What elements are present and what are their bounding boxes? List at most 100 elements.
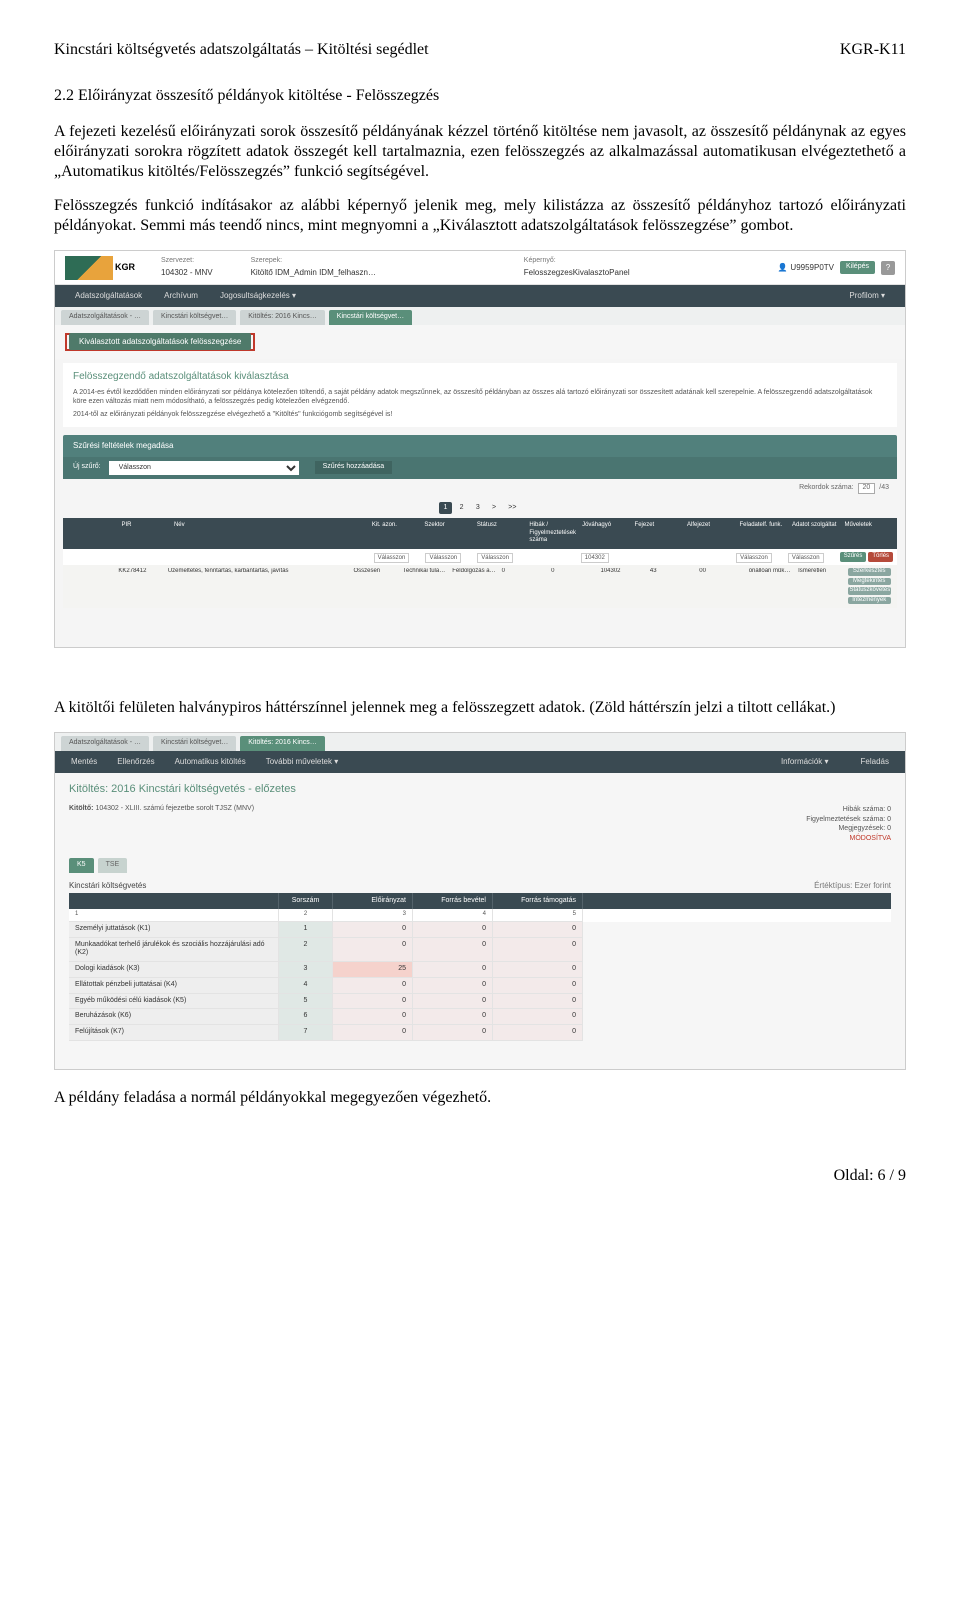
kgr-logo — [65, 256, 113, 280]
menu-mentes[interactable]: Mentés — [71, 757, 97, 767]
filter-row: Új szűrő: Válasszon Szűrés hozzáadása — [63, 457, 897, 479]
s2-tab-2-active[interactable]: Kitöltés: 2016 Kincs… — [240, 736, 324, 751]
menu-auto-kitoltes[interactable]: Automatikus kitöltés — [175, 757, 246, 767]
row-action-status[interactable]: Státuszkövetés — [848, 587, 891, 595]
page-title: Kitöltés: 2016 Kincstári költségvetés - … — [55, 773, 905, 801]
document-header: Kincstári költségvetés adatszolgáltatás … — [54, 40, 906, 60]
col-filter-fejezet[interactable]: 104302 — [581, 553, 609, 563]
filter-select[interactable]: Válasszon — [109, 461, 299, 475]
filter-add-button[interactable]: Szűrés hozzáadása — [315, 461, 392, 474]
grid-cell[interactable]: 0 — [493, 938, 583, 963]
editor-menubar: Mentés Ellenőrzés Automatikus kitöltés T… — [55, 751, 905, 773]
grid-cell[interactable]: 0 — [493, 922, 583, 938]
th-kitazon[interactable]: Kit. azon. — [370, 522, 420, 545]
grid-cell[interactable]: 0 — [413, 978, 493, 994]
grid-cell[interactable]: 0 — [413, 938, 493, 963]
grid-cell[interactable]: 0 — [413, 962, 493, 978]
grid-row: Munkaadókat terhelő járulékok és szociál… — [69, 938, 891, 963]
th-blank1 — [317, 522, 367, 545]
page-1[interactable]: 1 — [439, 502, 453, 515]
szervezet-label: Szervezet: — [161, 257, 213, 266]
help-button[interactable]: ? — [881, 261, 895, 275]
grid-cell[interactable]: 0 — [493, 978, 583, 994]
col-filter-funk[interactable]: Válasszon — [736, 553, 772, 563]
grid-head: Sorszám Előirányzat Forrás bevétel Forrá… — [69, 893, 891, 910]
page-last[interactable]: >> — [503, 502, 521, 515]
th-szektor[interactable]: Szektor — [422, 522, 472, 545]
th-pir[interactable]: PIR — [119, 522, 169, 545]
grid-cell[interactable]: 0 — [493, 962, 583, 978]
th-jovahagyo[interactable]: Jóváhagyó — [580, 522, 630, 545]
numcell-5: 5 — [493, 909, 583, 922]
grid-row: Dologi kiadások (K3)32500 — [69, 962, 891, 978]
menu-jogosultsag[interactable]: Jogosultságkezelés ▾ — [220, 291, 296, 301]
col-filter-szektor[interactable]: Válasszon — [425, 553, 461, 563]
menu-profilom[interactable]: Profilom ▾ — [849, 291, 885, 301]
section-title: 2.2 Előirányzat összesítő példányok kitö… — [54, 86, 906, 106]
grid-rowlabel: Beruházások (K6) — [69, 1009, 279, 1025]
row-action-inst[interactable]: Intézmények — [848, 597, 891, 605]
paragraph-4: A példány feladása a normál példányokkal… — [54, 1088, 906, 1108]
exit-button[interactable]: Kilépés — [840, 261, 875, 274]
grid-sorszam: 5 — [279, 994, 333, 1010]
grid-cell[interactable]: 0 — [333, 922, 413, 938]
col-filter-adsz[interactable]: Válasszon — [788, 553, 824, 563]
grid-cell[interactable]: 0 — [333, 1009, 413, 1025]
user-badge[interactable]: U9959P0TV — [777, 263, 834, 273]
grid-cell[interactable]: 0 — [413, 922, 493, 938]
tab-3-active[interactable]: Kincstári költségvet… — [329, 310, 412, 325]
grid-cell[interactable]: 0 — [333, 994, 413, 1010]
grid-cell[interactable]: 0 — [333, 938, 413, 963]
th-adatot[interactable]: Adatot szolgáltat — [790, 522, 840, 545]
status-figyelm: Figyelmeztetések száma: 0 — [806, 815, 891, 825]
cell-adsz2: Ismeretlen — [796, 568, 843, 605]
th-status[interactable]: Státusz — [475, 522, 525, 545]
s2-tab-1[interactable]: Kincstári költségvet… — [153, 736, 236, 751]
grid-row: Egyéb működési célú kiadások (K5)5000 — [69, 994, 891, 1010]
grid-cell[interactable]: 25 — [333, 962, 413, 978]
tab-0[interactable]: Adatszolgáltatások - … — [61, 310, 149, 325]
th-blank0 — [67, 522, 117, 545]
szerepek-value: Kitöltő IDM_Admin IDM_felhaszn… — [251, 268, 376, 278]
th-fejezet[interactable]: Fejezet — [633, 522, 683, 545]
menu-informaciok[interactable]: Információk ▾ — [781, 757, 829, 767]
grid-cell[interactable]: 0 — [493, 1009, 583, 1025]
menu-archivum[interactable]: Archívum — [164, 291, 198, 301]
cell-nev: Üzemeltetés, fenntartás, karbantartás, j… — [166, 568, 300, 605]
table-caption-right: Értéktípus: Ezer forint — [814, 881, 891, 891]
grid-cell[interactable]: 0 — [493, 994, 583, 1010]
th-hibak[interactable]: Hibák / Figyelmeztetések száma — [527, 522, 578, 545]
tab-1[interactable]: Kincstári költségvet… — [153, 310, 236, 325]
row-action-view[interactable]: Megtekintés — [848, 578, 891, 586]
th-funk[interactable]: Feladatelf. funk. — [738, 522, 788, 545]
menu-feladas[interactable]: Feladás — [861, 757, 889, 767]
col-filter-kit[interactable]: Válasszon — [374, 553, 410, 563]
th-nev[interactable]: Név — [172, 522, 315, 545]
grid-cell[interactable]: 0 — [413, 994, 493, 1010]
col-filter-status[interactable]: Válasszon — [477, 553, 513, 563]
menu-adatszolg[interactable]: Adatszolgáltatások — [75, 291, 142, 301]
felosszegzes-button[interactable]: Kiválasztott adatszolgáltatások felössze… — [69, 333, 251, 350]
sheet-tab-tse[interactable]: TSE — [98, 858, 128, 873]
cell-szektor: Technikai tulajdonosi joggyakorlók (0001… — [401, 568, 448, 605]
grid-rowlabel: Dologi kiadások (K3) — [69, 962, 279, 978]
grid-cell[interactable]: 0 — [333, 978, 413, 994]
grid-cell[interactable]: 0 — [333, 1025, 413, 1041]
grid-cell[interactable]: 0 — [413, 1009, 493, 1025]
col-filter-apply[interactable]: Szűrés — [840, 552, 867, 563]
tab-2[interactable]: Kitöltés: 2016 Kincs… — [240, 310, 324, 325]
menu-tovabbi[interactable]: További műveletek ▾ — [266, 757, 339, 767]
col-filter-clear[interactable]: Törlés — [868, 552, 893, 563]
s2-tab-0[interactable]: Adatszolgáltatások - … — [61, 736, 149, 751]
menu-ellenorzes[interactable]: Ellenőrzés — [117, 757, 154, 767]
page-2[interactable]: 2 — [455, 502, 469, 515]
row-action-edit[interactable]: Szerkesztés — [848, 568, 891, 576]
grid-cell[interactable]: 0 — [493, 1025, 583, 1041]
sheet-tab-k5[interactable]: K5 — [69, 858, 94, 873]
page-next[interactable]: > — [487, 502, 501, 515]
grid-rowlabel: Felújítások (K7) — [69, 1025, 279, 1041]
page-3[interactable]: 3 — [471, 502, 485, 515]
grid-row: Beruházások (K6)6000 — [69, 1009, 891, 1025]
grid-cell[interactable]: 0 — [413, 1025, 493, 1041]
th-alfejezet[interactable]: Alfejezet — [685, 522, 735, 545]
